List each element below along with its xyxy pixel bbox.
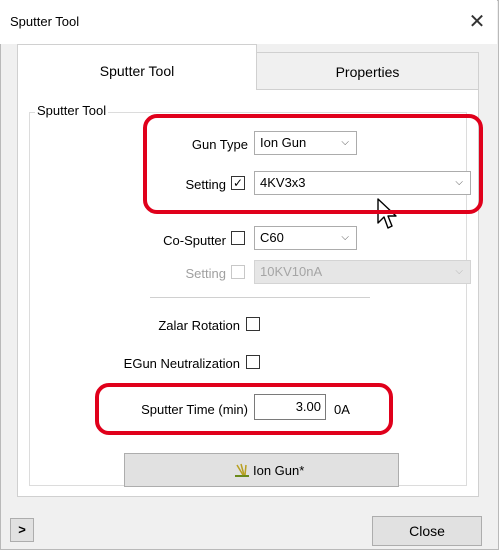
ion-gun-button[interactable]: Ion Gun* xyxy=(124,453,399,487)
window-close-button[interactable]: ✕ xyxy=(462,7,492,37)
ion-gun-button-label: Ion Gun* xyxy=(253,463,305,478)
co-sputter-value: C60 xyxy=(260,230,284,245)
zalar-rotation-label: Zalar Rotation xyxy=(158,318,240,333)
zalar-rotation-checkbox[interactable] xyxy=(246,317,260,331)
tab-properties[interactable]: Properties xyxy=(256,52,479,90)
chevron-down-icon: ⌵ xyxy=(455,266,463,277)
co-setting-checkbox[interactable] xyxy=(231,265,245,279)
tab-sputter-tool[interactable]: Sputter Tool xyxy=(17,44,257,90)
co-sputter-label: Co-Sputter xyxy=(163,233,226,248)
highlight-box-gun-settings xyxy=(143,114,483,214)
egun-neutralization-checkbox[interactable] xyxy=(246,355,260,369)
close-button[interactable]: Close xyxy=(372,516,482,546)
co-setting-label: Setting xyxy=(185,266,226,281)
group-label: Sputter Tool xyxy=(35,103,109,118)
separator xyxy=(150,297,370,298)
co-sputter-select[interactable]: C60 ⌵ xyxy=(254,226,357,250)
expand-button[interactable]: > xyxy=(10,518,34,542)
co-sputter-checkbox[interactable] xyxy=(231,231,245,245)
co-setting-select[interactable]: 10KV10nA ⌵ xyxy=(254,260,471,284)
co-setting-value: 10KV10nA xyxy=(260,264,323,279)
egun-neutralization-label: EGun Neutralization xyxy=(123,356,240,371)
chevron-down-icon: ⌵ xyxy=(341,232,349,243)
ion-gun-icon xyxy=(235,463,249,477)
window-title: Sputter Tool xyxy=(10,14,80,29)
highlight-box-sputter-time xyxy=(95,383,393,435)
